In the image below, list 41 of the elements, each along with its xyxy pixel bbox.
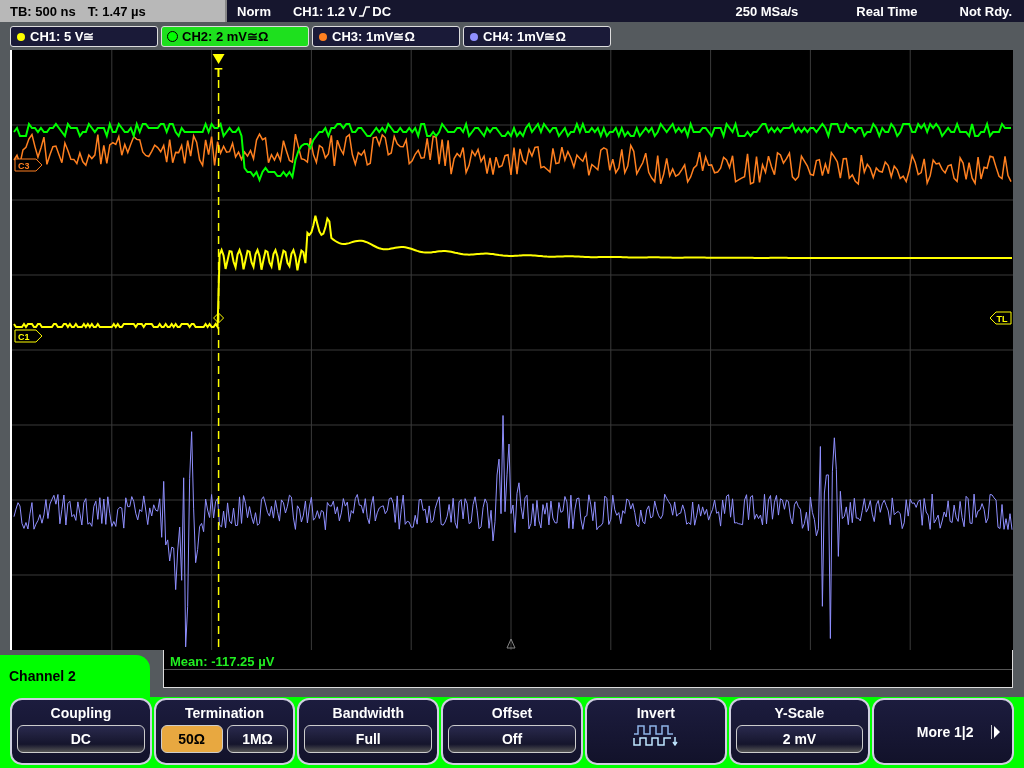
softkey-label: Bandwidth — [332, 705, 405, 721]
acquisition-state: Not Rdy. — [959, 3, 1012, 19]
trigger-time-readout: T: 1.47 µs — [87, 3, 146, 19]
softkey-label: Coupling — [50, 705, 112, 721]
option-button[interactable]: 2 mV — [735, 725, 864, 753]
sample-rate: 250 MSa/s — [735, 3, 799, 19]
softkey[interactable]: Offset Off — [441, 698, 583, 765]
channel-tab[interactable]: CH2: 2 mV≅Ω — [161, 26, 309, 47]
square-wave-icon — [632, 725, 679, 747]
softkey-label: Offset — [491, 705, 533, 721]
channel-marker[interactable]: C3 — [14, 158, 43, 172]
softkey[interactable]: Coupling DC — [10, 698, 152, 765]
softkey[interactable]: Bandwidth Full — [297, 698, 440, 765]
acquisition-mode: Real Time — [856, 3, 918, 19]
option-button[interactable]: Off — [448, 725, 576, 753]
softkey[interactable]: Invert — [584, 698, 727, 765]
channel-marker[interactable]: C1 — [14, 329, 43, 343]
softkey-label: Y-Scale — [774, 705, 825, 721]
timebase-readout: TB: 500 ns — [10, 3, 76, 19]
measurement-readout: Mean: -117.25 µV — [170, 654, 275, 669]
softkey-label: More 1|2 — [915, 724, 975, 740]
menu-title: Channel 2 — [0, 655, 150, 697]
softkey[interactable]: More 1|2 — [872, 698, 1015, 765]
option-button[interactable]: DC — [17, 725, 145, 753]
channel-tab[interactable]: CH1: 5 V≅ — [10, 26, 158, 47]
rising-edge-icon — [359, 5, 371, 17]
softkey[interactable]: Y-Scale 2 mV — [728, 698, 871, 765]
trigger-mode: Norm — [237, 3, 271, 19]
softkey[interactable]: Termination 50Ω 1MΩ — [153, 698, 296, 765]
softkey-label: Termination — [185, 705, 265, 721]
trigger-source: CH1: 1.2 V — [292, 3, 358, 19]
trigger-coupling: DC — [372, 3, 392, 19]
softkey-label: Invert — [636, 705, 675, 721]
option-button[interactable]: 1MΩ — [226, 725, 289, 753]
next-arrow-icon — [991, 725, 1002, 739]
trigger-point-icon — [213, 312, 225, 324]
option-button[interactable]: 50Ω — [160, 725, 223, 753]
position-marker-icon — [506, 638, 516, 649]
option-button[interactable]: Full — [304, 725, 433, 753]
channel-tab[interactable]: CH4: 1mV≅Ω — [463, 26, 611, 47]
channel-tab[interactable]: CH3: 1mV≅Ω — [312, 26, 460, 47]
